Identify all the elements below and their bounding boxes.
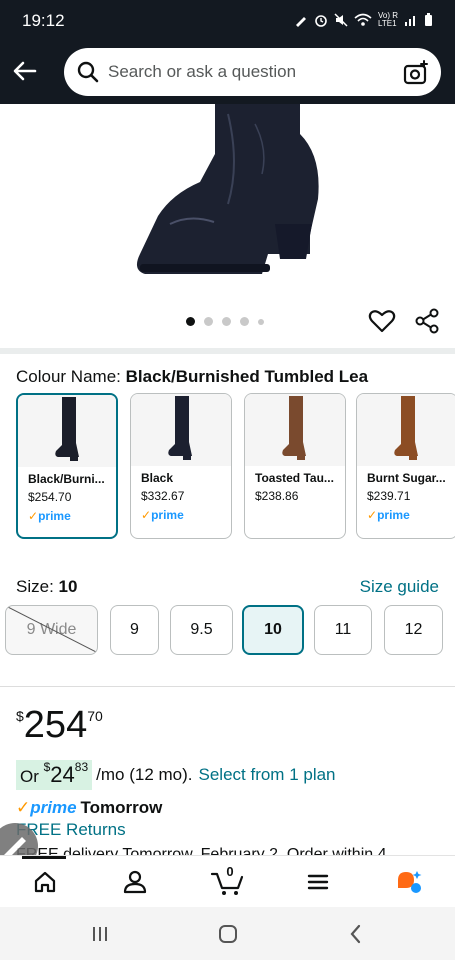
size-label-prefix: Size: (16, 577, 59, 596)
wishlist-heart-icon[interactable] (368, 308, 396, 334)
swatch-boot-image (131, 394, 231, 466)
price-whole: 254 (23, 704, 88, 746)
size-option-button[interactable]: 9 (110, 605, 159, 655)
swatch-prime-badge: ✓prime (141, 508, 184, 522)
prime-check-icon: ✓ (16, 798, 31, 817)
section-divider (0, 686, 455, 687)
swatch-prime-badge: ✓prime (367, 508, 410, 522)
back-button-icon[interactable] (344, 922, 368, 946)
colour-swatch[interactable]: Toasted Tau... $238.86 (244, 393, 346, 539)
monthly-payment: Or $2483 /mo (12 mo). Select from 1 plan (16, 760, 336, 790)
share-icon[interactable] (414, 308, 440, 334)
pagination-dot[interactable] (258, 318, 264, 325)
alarm-icon (315, 15, 327, 27)
colour-label: Colour Name: Black/Burnished Tumbled Lea (16, 367, 368, 387)
colour-swatch[interactable]: Black/Burni... $254.70 ✓prime (16, 393, 118, 539)
price-currency: $ (16, 708, 24, 724)
size-label: Size: 10 (16, 577, 77, 597)
pagination-dot[interactable] (204, 317, 213, 326)
swatch-price: $238.86 (255, 489, 299, 503)
size-guide-link[interactable]: Size guide (360, 577, 439, 597)
swatch-prime-badge: ✓prime (28, 509, 71, 523)
wifi-icon (354, 13, 372, 26)
recent-apps-icon[interactable] (88, 922, 112, 946)
size-option-button[interactable]: 10 (242, 605, 304, 655)
monthly-term: /mo (12 mo). (96, 765, 193, 784)
pen-icon (295, 17, 306, 27)
boot-thumbnail (394, 396, 418, 460)
swatch-boot-image (18, 395, 116, 467)
status-icons: Vo) R LTE1 (294, 12, 433, 28)
boot-thumbnail (282, 396, 306, 460)
colour-selected-value: Black/Burnished Tumbled Lea (125, 367, 369, 386)
status-time: 19:12 (22, 11, 65, 30)
delivery-speed: Tomorrow (80, 798, 163, 817)
battery-icon (425, 13, 432, 26)
swatch-name: Burnt Sugar... (367, 471, 446, 485)
swatch-name: Black (141, 471, 174, 485)
size-option-button[interactable]: 9.5 (170, 605, 233, 655)
swatch-name: Black/Burni... (28, 472, 105, 486)
pagination-dot[interactable] (186, 317, 195, 326)
swatch-price: $254.70 (28, 490, 72, 504)
size-selected-value: 10 (58, 577, 78, 596)
cart-count: 0 (226, 864, 234, 879)
network-label: Vo) R LTE1 (377, 11, 398, 28)
prime-delivery-line: ✓prime Tomorrow (16, 798, 162, 818)
pagination-dot[interactable] (222, 317, 231, 326)
colour-swatch[interactable]: Burnt Sugar... $239.71 ✓prime (356, 393, 455, 539)
swatch-prime-text: prime (38, 509, 71, 523)
search-box[interactable]: Search or ask a question (64, 48, 441, 96)
search-header: Search or ask a question (0, 42, 455, 104)
swatch-prime-text: prime (151, 508, 184, 522)
boot-thumbnail (55, 397, 79, 461)
select-plan-link[interactable]: Select from 1 plan (199, 765, 336, 785)
swatch-name: Toasted Tau... (255, 471, 334, 485)
monthly-currency: $ (43, 760, 51, 774)
colour-swatch[interactable]: Black $332.67 ✓prime (130, 393, 232, 539)
system-nav-bar (0, 907, 455, 960)
section-divider (0, 348, 455, 354)
prime-check-icon: ✓ (141, 508, 152, 522)
delivery-text: FREE delivery Tomorrow, February 2. Orde… (16, 846, 387, 855)
prime-logo: prime (30, 798, 77, 817)
home-icon[interactable] (31, 868, 59, 896)
camera-search-icon[interactable] (403, 60, 429, 86)
pagination-dot[interactable] (240, 317, 249, 326)
product-image[interactable] (0, 104, 455, 288)
account-icon[interactable] (121, 868, 149, 896)
size-option-button[interactable]: 11 (314, 605, 372, 655)
swatch-prime-text: prime (377, 508, 410, 522)
monthly-whole: 24 (50, 762, 75, 787)
image-pagination-dots[interactable] (186, 317, 264, 326)
mute-icon (334, 13, 348, 27)
monthly-badge: Or $2483 (16, 760, 93, 790)
prime-check-icon: ✓ (367, 508, 378, 522)
colour-label-prefix: Colour Name: (16, 367, 126, 386)
size-option-button[interactable]: 9 Wide (5, 605, 98, 655)
bottom-nav: 0 (0, 855, 455, 907)
rufus-icon[interactable] (395, 868, 423, 896)
swatch-boot-image (245, 394, 345, 466)
monthly-fraction: 83 (74, 760, 89, 774)
active-tab-indicator (22, 856, 66, 859)
status-bar: 19:12 Vo) R LTE1 (0, 0, 455, 42)
price-fraction: 70 (87, 708, 103, 724)
swatch-price: $332.67 (141, 489, 185, 503)
boot-thumbnail (168, 396, 192, 460)
search-icon (77, 61, 99, 83)
back-arrow-icon[interactable] (10, 56, 40, 86)
size-option-button[interactable]: 12 (384, 605, 443, 655)
signal-icon (405, 16, 415, 26)
prime-check-icon: ✓ (28, 509, 39, 523)
monthly-prefix: Or (20, 767, 44, 786)
swatch-boot-image (357, 394, 455, 466)
menu-icon[interactable] (304, 868, 332, 896)
home-button-icon[interactable] (216, 922, 240, 946)
delivery-info: FREE delivery Tomorrow, February 2. Orde… (16, 844, 446, 855)
price: $25470 (16, 704, 103, 747)
swatch-price: $239.71 (367, 489, 411, 503)
boot-image (136, 104, 319, 274)
search-input[interactable]: Search or ask a question (108, 48, 388, 96)
